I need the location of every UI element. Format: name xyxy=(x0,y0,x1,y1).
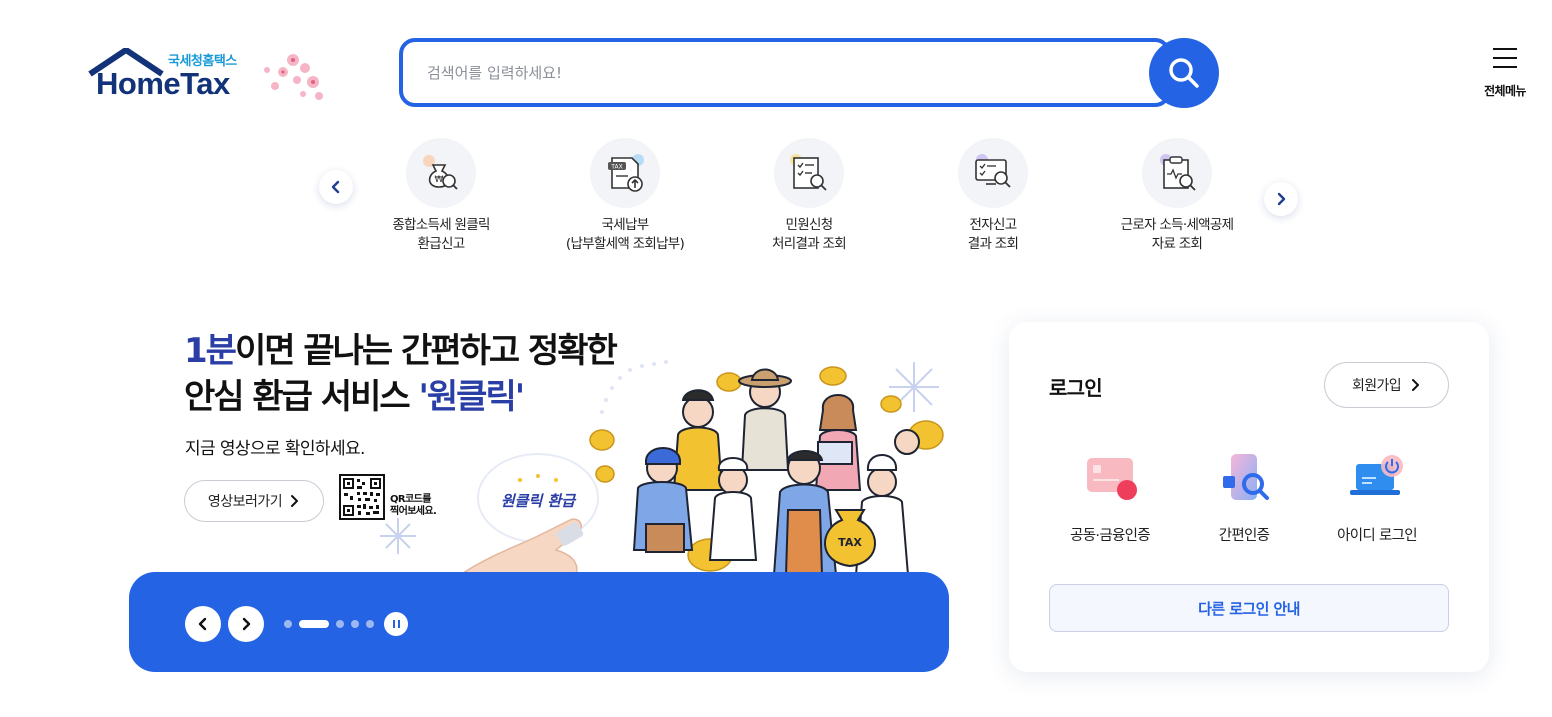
quick-menu-label: 종합소득세 원클릭 환급신고 xyxy=(392,217,490,252)
search-box[interactable] xyxy=(399,38,1171,107)
all-menu-button[interactable]: 전체메뉴 xyxy=(1474,48,1536,100)
monitor-search-icon xyxy=(958,138,1028,208)
carousel-dot[interactable] xyxy=(284,620,292,628)
watch-video-button[interactable]: 영상보러가기 xyxy=(184,480,324,522)
chevron-right-icon xyxy=(242,617,251,631)
pause-icon xyxy=(392,620,395,628)
carousel-dot-active[interactable] xyxy=(299,620,329,628)
carousel-pause-button[interactable] xyxy=(384,612,408,636)
checklist-search-icon xyxy=(774,138,844,208)
login-title: 로그인 xyxy=(1049,376,1103,400)
all-menu-label: 전체메뉴 xyxy=(1484,84,1526,98)
quick-menu-item-e-filing-result[interactable]: 전자신고 결과 조회 xyxy=(908,138,1078,254)
certificate-card-icon xyxy=(1075,450,1145,512)
carousel-next-button[interactable] xyxy=(228,606,264,642)
money-bag-search-icon: ₩ xyxy=(406,138,476,208)
quick-menu-label: 국세납부 (납부할세액 조회납부) xyxy=(565,217,685,252)
quick-menu-item-deduction-data[interactable]: 근로자 소득·세액공제 자료 조회 xyxy=(1092,138,1262,254)
svg-text:원클릭 환급: 원클릭 환급 xyxy=(501,492,577,510)
quick-menu-label: 전자신고 결과 조회 xyxy=(967,217,1019,252)
quick-menu-label: 민원신청 처리결과 조회 xyxy=(772,217,847,252)
chevron-right-icon xyxy=(1277,192,1286,206)
svg-text:₩: ₩ xyxy=(435,175,444,185)
hometax-logo[interactable]: 국세청홈택스 HomeTax xyxy=(88,46,338,106)
simple-auth-button[interactable]: 간편인증 xyxy=(1174,450,1314,545)
id-login-label: 아이디 로그인 xyxy=(1337,528,1417,544)
carousel-dot[interactable] xyxy=(336,620,344,628)
laptop-power-icon xyxy=(1342,450,1412,512)
chevron-left-icon xyxy=(198,617,207,631)
cherry-blossom-icon xyxy=(264,54,323,100)
other-login-label: 다른 로그인 안내 xyxy=(1198,599,1300,618)
banner-title-highlight: 1분 xyxy=(184,331,237,371)
search-icon xyxy=(1169,58,1199,88)
quick-menu-label: 근로자 소득·세액공제 자료 조회 xyxy=(1120,217,1234,252)
qr-code xyxy=(339,474,385,520)
banner-subtitle: 지금 영상으로 확인하세요. xyxy=(185,439,365,459)
chevron-left-icon xyxy=(331,180,340,194)
carousel-dot[interactable] xyxy=(351,620,359,628)
simple-auth-label: 간편인증 xyxy=(1218,528,1270,544)
sign-up-button[interactable]: 회원가입 xyxy=(1324,362,1449,408)
tax-document-upload-icon: TAX xyxy=(590,138,660,208)
certificate-login-label: 공동·금융인증 xyxy=(1070,528,1150,544)
quick-menu-item-oneclick-refund[interactable]: ₩ 종합소득세 원클릭 환급신고 xyxy=(356,138,526,254)
quick-menu-prev-button[interactable] xyxy=(319,170,353,204)
sign-up-label: 회원가입 xyxy=(1351,378,1402,394)
banner-illustration: 원클릭 환급 TAX xyxy=(380,360,944,575)
quick-menu-item-civil-petition[interactable]: 민원신청 처리결과 조회 xyxy=(724,138,894,254)
hamburger-icon xyxy=(1493,48,1517,68)
carousel-prev-button[interactable] xyxy=(185,606,221,642)
certificate-login-button[interactable]: 공동·금융인증 xyxy=(1040,450,1180,545)
id-login-button[interactable]: 아이디 로그인 xyxy=(1307,450,1447,545)
chevron-right-icon xyxy=(291,495,299,507)
search-input[interactable] xyxy=(427,60,1127,86)
quick-menu-item-tax-payment[interactable]: TAX 국세납부 (납부할세액 조회납부) xyxy=(540,138,710,254)
quick-menu-next-button[interactable] xyxy=(1264,182,1298,216)
clipboard-search-icon xyxy=(1142,138,1212,208)
phone-search-icon xyxy=(1209,450,1279,512)
svg-text:TAX: TAX xyxy=(838,536,862,549)
search-button[interactable] xyxy=(1149,38,1219,108)
logo-title: HomeTax xyxy=(96,66,230,101)
svg-text:TAX: TAX xyxy=(610,164,622,171)
other-login-guide-button[interactable]: 다른 로그인 안내 xyxy=(1049,584,1449,632)
carousel-dot[interactable] xyxy=(366,620,374,628)
watch-video-label: 영상보러가기 xyxy=(207,494,283,510)
chevron-right-icon xyxy=(1412,379,1420,391)
